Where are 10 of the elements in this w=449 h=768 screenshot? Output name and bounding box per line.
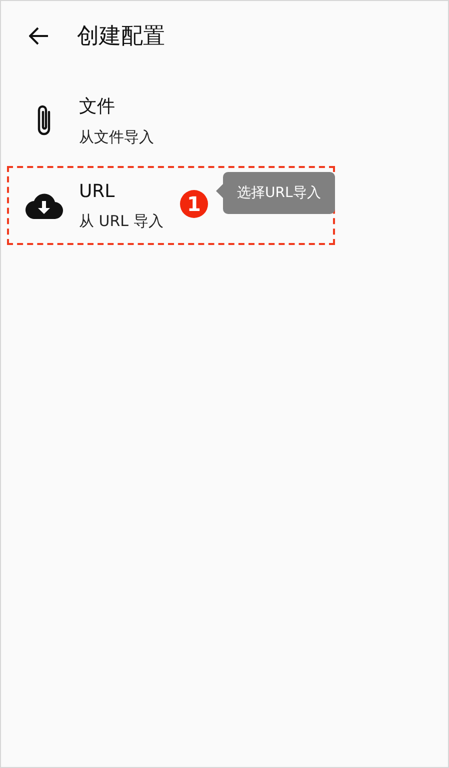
tooltip-pointer-icon xyxy=(216,184,223,198)
step-badge: 1 xyxy=(180,190,208,218)
option-title[interactable]: 文件 xyxy=(79,94,154,118)
option-title[interactable]: URL xyxy=(79,180,164,202)
tooltip: 选择URL导入 xyxy=(216,172,335,214)
option-subtitle: 从 URL 导入 xyxy=(79,212,164,230)
page-title: 创建配置 xyxy=(77,23,165,51)
option-subtitle: 从文件导入 xyxy=(79,128,154,147)
back-arrow-icon[interactable] xyxy=(29,27,49,45)
cloud-download-icon xyxy=(25,192,63,218)
